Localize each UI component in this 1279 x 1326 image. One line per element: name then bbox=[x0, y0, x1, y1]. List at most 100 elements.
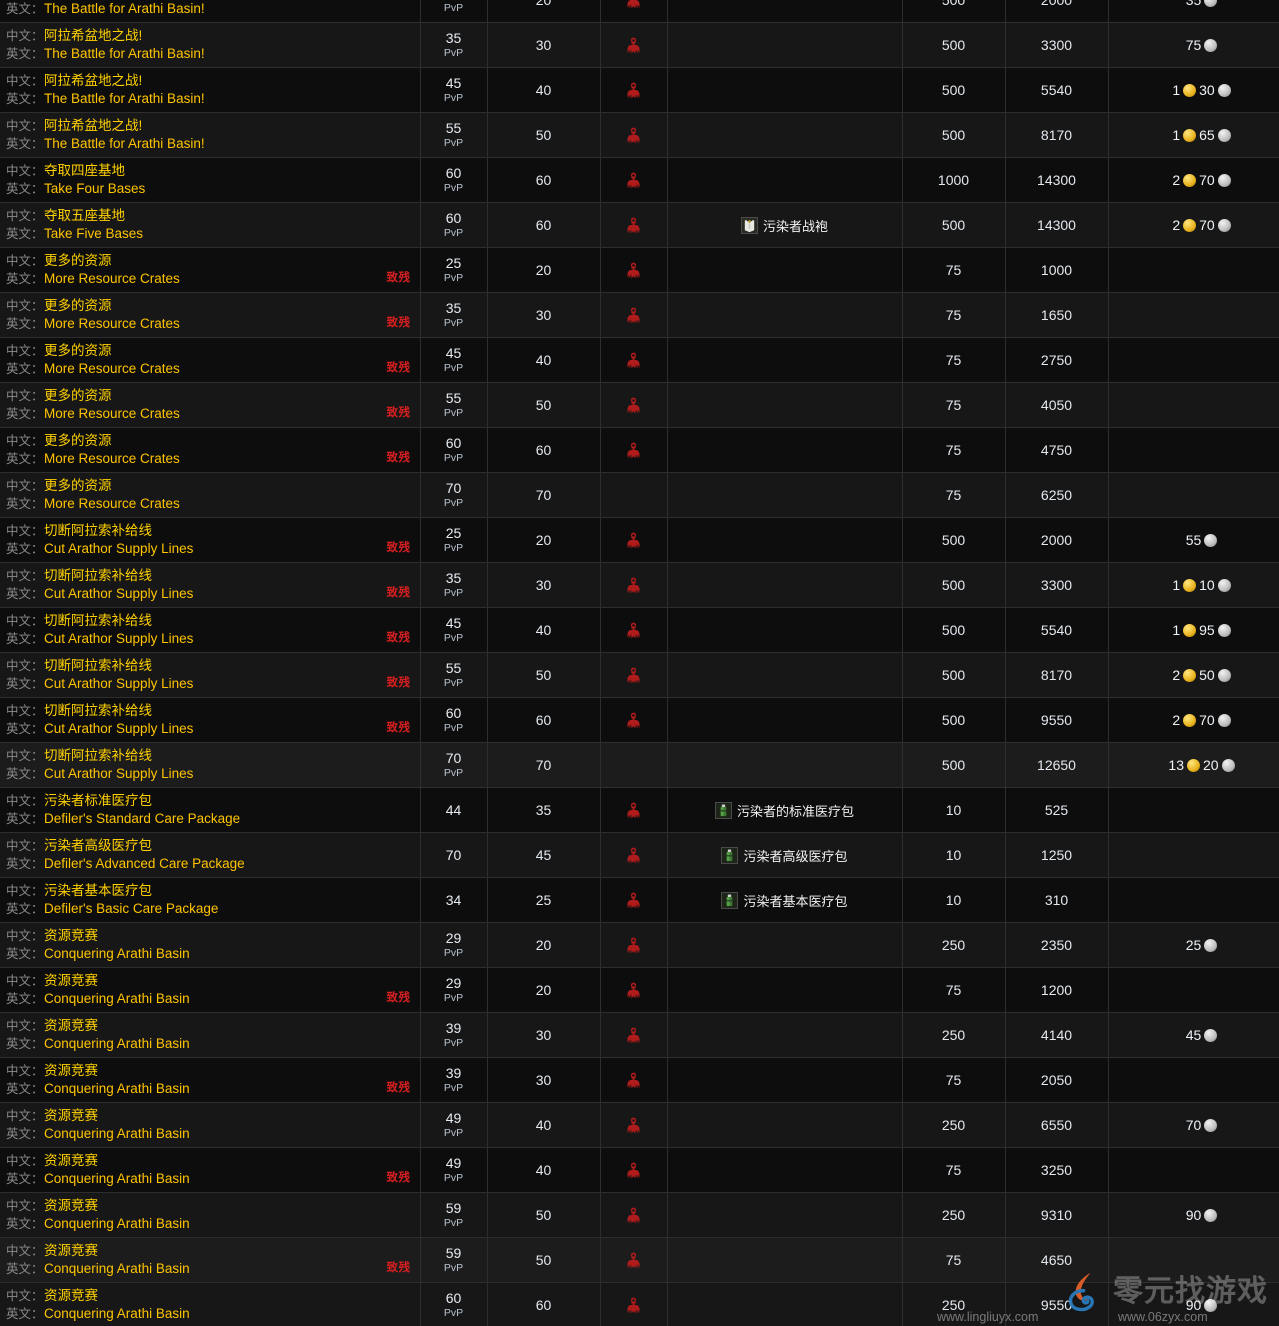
quest-name-cell[interactable]: 中文：污染者基本医疗包英文：Defiler's Basic Care Packa… bbox=[0, 878, 420, 923]
quest-name-cell[interactable]: 中文：更多的资源英文：More Resource Crates致残 bbox=[0, 428, 420, 473]
quest-name-cell[interactable]: 中文：阿拉希盆地之战!英文：The Battle for Arathi Basi… bbox=[0, 0, 420, 23]
reputation-value: 250 bbox=[942, 1117, 965, 1133]
quest-name-cell[interactable]: 中文：切断阿拉索补给线英文：Cut Arathor Supply Lines bbox=[0, 743, 420, 788]
reward-item[interactable]: 污染者高级医疗包 bbox=[668, 833, 902, 877]
reward-item[interactable]: 污染者的标准医疗包 bbox=[668, 788, 902, 832]
reward-item-cell bbox=[667, 1283, 902, 1326]
lang-label-en: 英文： bbox=[6, 225, 44, 243]
table-row[interactable]: 中文：阿拉希盆地之战!英文：The Battle for Arathi Basi… bbox=[0, 113, 1279, 158]
quest-name-zh: 切断阿拉索补给线 bbox=[44, 703, 152, 718]
table-row[interactable]: 中文：污染者标准医疗包英文：Defiler's Standard Care Pa… bbox=[0, 788, 1279, 833]
quest-name-cell[interactable]: 中文：资源竞赛英文：Conquering Arathi Basin致残 bbox=[0, 1148, 420, 1193]
quest-level-cell: 55PvP bbox=[420, 113, 487, 158]
table-row[interactable]: 中文：更多的资源英文：More Resource Crates致残25PvP20… bbox=[0, 248, 1279, 293]
quest-level: 70 bbox=[421, 750, 487, 766]
reputation-cell: 500 bbox=[902, 0, 1005, 23]
quest-name-cell[interactable]: 中文：资源竞赛英文：Conquering Arathi Basin致残 bbox=[0, 1238, 420, 1283]
quest-name-cell[interactable]: 中文：阿拉希盆地之战!英文：The Battle for Arathi Basi… bbox=[0, 23, 420, 68]
table-row[interactable]: 中文：资源竞赛英文：Conquering Arathi Basin49PvP40… bbox=[0, 1103, 1279, 1148]
table-row[interactable]: 中文：更多的资源英文：More Resource Crates致残60PvP60… bbox=[0, 428, 1279, 473]
quest-name-cell[interactable]: 中文：切断阿拉索补给线英文：Cut Arathor Supply Lines致残 bbox=[0, 698, 420, 743]
table-row[interactable]: 中文：切断阿拉索补给线英文：Cut Arathor Supply Lines致残… bbox=[0, 518, 1279, 563]
quest-name-en: Defiler's Advanced Care Package bbox=[44, 856, 245, 871]
table-row[interactable]: 中文：资源竞赛英文：Conquering Arathi Basin致残49PvP… bbox=[0, 1148, 1279, 1193]
horde-faction-icon bbox=[626, 1297, 641, 1314]
faction-wrap bbox=[601, 68, 667, 112]
money-reward-cell bbox=[1108, 878, 1279, 923]
quest-name-cell[interactable]: 中文：更多的资源英文：More Resource Crates致残 bbox=[0, 383, 420, 428]
quest-name-wrap: 中文：切断阿拉索补给线英文：Cut Arathor Supply Lines致残 bbox=[0, 518, 420, 562]
quest-name-cell[interactable]: 中文：夺取四座基地英文：Take Four Bases bbox=[0, 158, 420, 203]
quest-name-cell[interactable]: 中文：资源竞赛英文：Conquering Arathi Basin致残 bbox=[0, 1058, 420, 1103]
table-row[interactable]: 中文：资源竞赛英文：Conquering Arathi Basin60PvP60… bbox=[0, 1283, 1279, 1326]
table-row[interactable]: 中文：资源竞赛英文：Conquering Arathi Basin致残39PvP… bbox=[0, 1058, 1279, 1103]
quest-name-cell[interactable]: 中文：更多的资源英文：More Resource Crates致残 bbox=[0, 248, 420, 293]
quest-name-cell[interactable]: 中文：夺取五座基地英文：Take Five Bases bbox=[0, 203, 420, 248]
table-row[interactable]: 中文：切断阿拉索补给线英文：Cut Arathor Supply Lines致残… bbox=[0, 608, 1279, 653]
reward-item-cell[interactable]: 污染者高级医疗包 bbox=[667, 833, 902, 878]
reward-item[interactable]: 污染者基本医疗包 bbox=[668, 878, 902, 922]
table-row[interactable]: 中文：切断阿拉索补给线英文：Cut Arathor Supply Lines致残… bbox=[0, 698, 1279, 743]
faction-cell bbox=[600, 68, 667, 113]
table-row[interactable]: 中文：夺取五座基地英文：Take Five Bases60PvP60污染者战袍5… bbox=[0, 203, 1279, 248]
status-badge: 致残 bbox=[387, 362, 411, 374]
table-row[interactable]: 中文：切断阿拉索补给线英文：Cut Arathor Supply Lines70… bbox=[0, 743, 1279, 788]
pvp-label: PvP bbox=[421, 495, 487, 511]
experience-cell: 1000 bbox=[1005, 248, 1108, 293]
quest-name-cell[interactable]: 中文：污染者高级医疗包英文：Defiler's Advanced Care Pa… bbox=[0, 833, 420, 878]
money-reward-cell: 90 bbox=[1108, 1193, 1279, 1238]
quest-name-cell[interactable]: 中文：切断阿拉索补给线英文：Cut Arathor Supply Lines致残 bbox=[0, 653, 420, 698]
quest-name-cell[interactable]: 中文：资源竞赛英文：Conquering Arathi Basin bbox=[0, 1193, 420, 1238]
quest-level-cell: 60PvP bbox=[420, 428, 487, 473]
quest-name-cell[interactable]: 中文：更多的资源英文：More Resource Crates bbox=[0, 473, 420, 518]
reward-item-cell bbox=[667, 158, 902, 203]
quest-name-cell[interactable]: 中文：资源竞赛英文：Conquering Arathi Basin bbox=[0, 1013, 420, 1058]
quest-name-cell[interactable]: 中文：切断阿拉索补给线英文：Cut Arathor Supply Lines致残 bbox=[0, 608, 420, 653]
table-row[interactable]: 中文：阿拉希盆地之战!英文：The Battle for Arathi Basi… bbox=[0, 23, 1279, 68]
quest-name-cell[interactable]: 中文：资源竞赛英文：Conquering Arathi Basin bbox=[0, 1103, 420, 1148]
quest-name-cell[interactable]: 中文：更多的资源英文：More Resource Crates致残 bbox=[0, 338, 420, 383]
quest-name-wrap: 中文：更多的资源英文：More Resource Crates致残 bbox=[0, 338, 420, 382]
table-row[interactable]: 中文：更多的资源英文：More Resource Crates致残45PvP40… bbox=[0, 338, 1279, 383]
reward-item-cell[interactable]: 污染者的标准医疗包 bbox=[667, 788, 902, 833]
quest-name-cell[interactable]: 中文：资源竞赛英文：Conquering Arathi Basin bbox=[0, 923, 420, 968]
table-row[interactable]: 中文：阿拉希盆地之战!英文：The Battle for Arathi Basi… bbox=[0, 0, 1279, 23]
quest-name-cell[interactable]: 中文：更多的资源英文：More Resource Crates致残 bbox=[0, 293, 420, 338]
quest-name-cell[interactable]: 中文：阿拉希盆地之战!英文：The Battle for Arathi Basi… bbox=[0, 113, 420, 158]
money-reward: 55 bbox=[1109, 518, 1279, 562]
table-row[interactable]: 中文：资源竞赛英文：Conquering Arathi Basin29PvP20… bbox=[0, 923, 1279, 968]
quest-name-cell[interactable]: 中文：切断阿拉索补给线英文：Cut Arathor Supply Lines致残 bbox=[0, 563, 420, 608]
table-row[interactable]: 中文：资源竞赛英文：Conquering Arathi Basin致残59PvP… bbox=[0, 1238, 1279, 1283]
money-reward bbox=[1109, 788, 1279, 832]
reward-item-cell[interactable]: 污染者战袍 bbox=[667, 203, 902, 248]
quest-name-en-line: 英文：Take Four Bases bbox=[6, 180, 412, 198]
experience-value: 14300 bbox=[1037, 217, 1076, 233]
quest-name-cell[interactable]: 中文：阿拉希盆地之战!英文：The Battle for Arathi Basi… bbox=[0, 68, 420, 113]
table-row[interactable]: 中文：资源竞赛英文：Conquering Arathi Basin39PvP30… bbox=[0, 1013, 1279, 1058]
table-row[interactable]: 中文：切断阿拉索补给线英文：Cut Arathor Supply Lines致残… bbox=[0, 653, 1279, 698]
reward-item-cell[interactable]: 污染者基本医疗包 bbox=[667, 878, 902, 923]
quest-level-cell: 59PvP bbox=[420, 1193, 487, 1238]
reward-item[interactable]: 污染者战袍 bbox=[668, 203, 902, 247]
quest-name-en: Conquering Arathi Basin bbox=[44, 1126, 190, 1141]
table-row[interactable]: 中文：更多的资源英文：More Resource Crates70PvP7075… bbox=[0, 473, 1279, 518]
horde-faction-icon bbox=[626, 712, 641, 729]
quest-name-cell[interactable]: 中文：切断阿拉索补给线英文：Cut Arathor Supply Lines致残 bbox=[0, 518, 420, 563]
table-row[interactable]: 中文：切断阿拉索补给线英文：Cut Arathor Supply Lines致残… bbox=[0, 563, 1279, 608]
table-row[interactable]: 中文：夺取四座基地英文：Take Four Bases60PvP60100014… bbox=[0, 158, 1279, 203]
table-row[interactable]: 中文：更多的资源英文：More Resource Crates致残35PvP30… bbox=[0, 293, 1279, 338]
table-row[interactable]: 中文：污染者高级医疗包英文：Defiler's Advanced Care Pa… bbox=[0, 833, 1279, 878]
reputation-cell: 500 bbox=[902, 698, 1005, 743]
money-reward-cell: 90 bbox=[1108, 1283, 1279, 1326]
table-row[interactable]: 中文：更多的资源英文：More Resource Crates致残55PvP50… bbox=[0, 383, 1279, 428]
table-row[interactable]: 中文：阿拉希盆地之战!英文：The Battle for Arathi Basi… bbox=[0, 68, 1279, 113]
table-row[interactable]: 中文：资源竞赛英文：Conquering Arathi Basin59PvP50… bbox=[0, 1193, 1279, 1238]
quest-name-zh: 切断阿拉索补给线 bbox=[44, 613, 152, 628]
quest-name-cell[interactable]: 中文：污染者标准医疗包英文：Defiler's Standard Care Pa… bbox=[0, 788, 420, 833]
quest-name-cell[interactable]: 中文：资源竞赛英文：Conquering Arathi Basin bbox=[0, 1283, 420, 1326]
table-row[interactable]: 中文：污染者基本医疗包英文：Defiler's Basic Care Packa… bbox=[0, 878, 1279, 923]
reputation-value: 75 bbox=[946, 397, 962, 413]
experience-value: 6250 bbox=[1041, 487, 1072, 503]
table-row[interactable]: 中文：资源竞赛英文：Conquering Arathi Basin致残29PvP… bbox=[0, 968, 1279, 1013]
quest-name-cell[interactable]: 中文：资源竞赛英文：Conquering Arathi Basin致残 bbox=[0, 968, 420, 1013]
